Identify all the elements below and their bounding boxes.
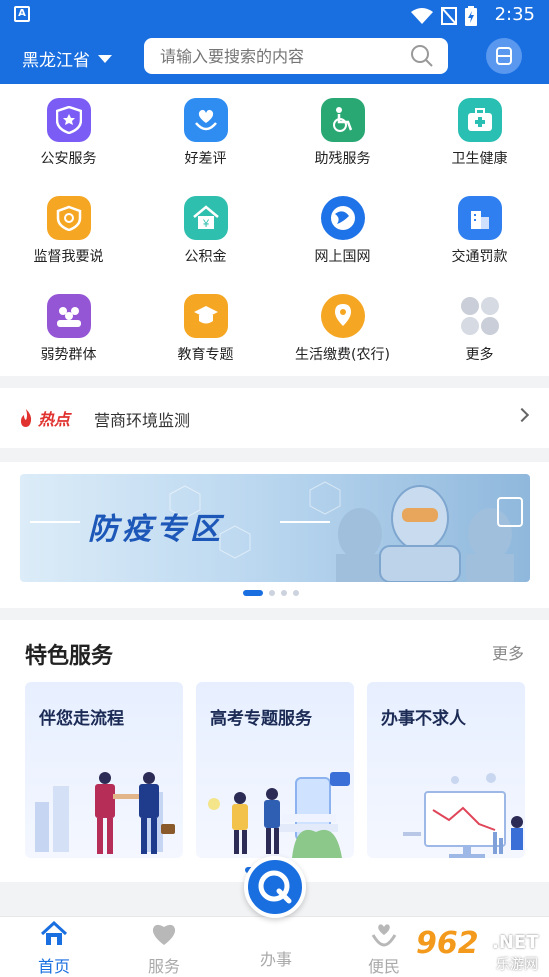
tab-label-center[interactable]: 办事 xyxy=(246,946,306,970)
featured-services: 特色服务 更多 伴您走流程 高考专题服务 办事不求人 xyxy=(0,620,549,882)
scan-button[interactable] xyxy=(486,38,522,74)
hot-label: 热点 xyxy=(38,410,71,429)
building-icon xyxy=(457,196,502,240)
more-grid-icon xyxy=(458,294,502,338)
watermark-number: 962 xyxy=(416,926,479,961)
status-icons xyxy=(411,6,477,26)
service-more[interactable]: 更多 xyxy=(411,294,548,364)
search-icon[interactable] xyxy=(410,44,434,68)
heart-hand-icon xyxy=(183,98,228,142)
graduation-cap-icon xyxy=(183,294,228,338)
service-traffic-fine[interactable]: 交通罚款 xyxy=(411,196,548,266)
service-housing-fund[interactable]: ¥ 公积金 xyxy=(137,196,274,266)
chevron-down-icon xyxy=(98,54,112,63)
svg-text:¥: ¥ xyxy=(201,218,209,230)
service-vulnerable[interactable]: 弱势群体 xyxy=(0,294,137,364)
students-illustration xyxy=(208,772,350,858)
feature-card-gaokao[interactable]: 高考专题服务 xyxy=(196,682,354,858)
wheelchair-icon xyxy=(320,98,365,142)
hand-heart-icon xyxy=(371,924,397,947)
q-logo-icon xyxy=(258,870,292,904)
watermark-sub: 乐游网 xyxy=(496,957,538,973)
no-sim-icon xyxy=(441,7,457,25)
housing-fund-icon: ¥ xyxy=(183,196,228,240)
pagination-dot-active xyxy=(243,590,263,596)
service-police[interactable]: 公安服务 xyxy=(0,98,137,168)
medical-kit-icon xyxy=(457,98,502,142)
hot-topic-bar[interactable]: 热点 营商环境监测 xyxy=(0,388,549,448)
service-label: 卫生健康 xyxy=(451,151,508,167)
status-bar: A 2:35 xyxy=(0,0,549,30)
service-label: 助残服务 xyxy=(314,151,371,167)
service-label: 公安服务 xyxy=(40,151,97,167)
hot-tag: 热点 xyxy=(18,406,70,430)
tab-home[interactable]: 首页 xyxy=(14,920,94,977)
feature-card-process[interactable]: 伴您走流程 xyxy=(25,682,183,858)
section-title: 特色服务 xyxy=(25,644,114,669)
pagination-dot xyxy=(281,590,287,596)
service-grid: 公安服务 好差评 助残服务 卫生健康 监督我要说 ¥ 公积金 网上国网 交通罚款… xyxy=(0,84,549,376)
service-label: 好差评 xyxy=(184,151,227,167)
tab-label: 服务 xyxy=(147,957,180,976)
service-rating[interactable]: 好差评 xyxy=(137,98,274,168)
epidemic-banner[interactable]: 防疫专区 xyxy=(20,474,530,582)
chevron-right-icon xyxy=(514,407,530,423)
service-label: 监督我要说 xyxy=(33,249,104,265)
province-label: 黑龙江省 xyxy=(22,51,90,71)
center-action-button[interactable] xyxy=(244,856,306,918)
hot-headline[interactable]: 营商环境监测 xyxy=(94,407,190,431)
service-health[interactable]: 卫生健康 xyxy=(411,98,548,168)
search-input[interactable] xyxy=(160,38,400,74)
feature-card-selfservice[interactable]: 办事不求人 xyxy=(367,682,525,858)
pagination-dot xyxy=(293,590,299,596)
service-disability[interactable]: 助残服务 xyxy=(274,98,411,168)
service-label: 更多 xyxy=(465,347,494,363)
heart-icon xyxy=(152,924,176,945)
handshake-illustration xyxy=(35,772,175,854)
police-shield-icon xyxy=(46,98,91,142)
service-label: 公积金 xyxy=(184,249,227,265)
service-label: 弱势群体 xyxy=(40,347,97,363)
people-group-icon xyxy=(46,294,91,338)
site-watermark: 962 .NET 乐游网 xyxy=(416,924,546,974)
dashboard-illustration xyxy=(403,773,523,858)
search-bar[interactable] xyxy=(144,38,448,74)
supervise-icon xyxy=(46,196,91,240)
app-header: 黑龙江省 xyxy=(0,30,549,84)
service-label: 交通罚款 xyxy=(451,249,508,265)
service-label: 教育专题 xyxy=(177,347,234,363)
tab-convenience[interactable]: 便民 xyxy=(344,921,424,977)
state-grid-icon xyxy=(320,196,365,240)
province-selector[interactable]: 黑龙江省 xyxy=(22,46,112,71)
pagination-dot xyxy=(269,590,275,596)
flame-icon xyxy=(21,409,32,427)
watermark-net: .NET xyxy=(492,932,539,953)
service-label: 网上国网 xyxy=(314,249,371,265)
location-pin-icon xyxy=(320,294,365,338)
service-label: 生活缴费(农行) xyxy=(295,347,390,363)
battery-icon xyxy=(465,6,477,26)
tab-service[interactable]: 服务 xyxy=(124,921,204,977)
more-link[interactable]: 更多 xyxy=(492,640,524,664)
home-icon xyxy=(40,920,68,945)
banner-title: 防疫专区 xyxy=(88,512,224,547)
scan-icon xyxy=(496,47,512,65)
banner-section: 防疫专区 xyxy=(0,462,549,608)
app-notification-icon: A xyxy=(14,6,30,22)
tab-label: 首页 xyxy=(37,957,70,976)
tab-label: 便民 xyxy=(367,957,400,976)
banner-pagination xyxy=(243,590,299,596)
status-time: 2:35 xyxy=(494,4,535,25)
service-supervise[interactable]: 监督我要说 xyxy=(0,196,137,266)
service-state-grid[interactable]: 网上国网 xyxy=(274,196,411,266)
wifi-icon xyxy=(411,8,433,24)
service-education[interactable]: 教育专题 xyxy=(137,294,274,364)
service-utility-payment[interactable]: 生活缴费(农行) xyxy=(274,294,411,364)
